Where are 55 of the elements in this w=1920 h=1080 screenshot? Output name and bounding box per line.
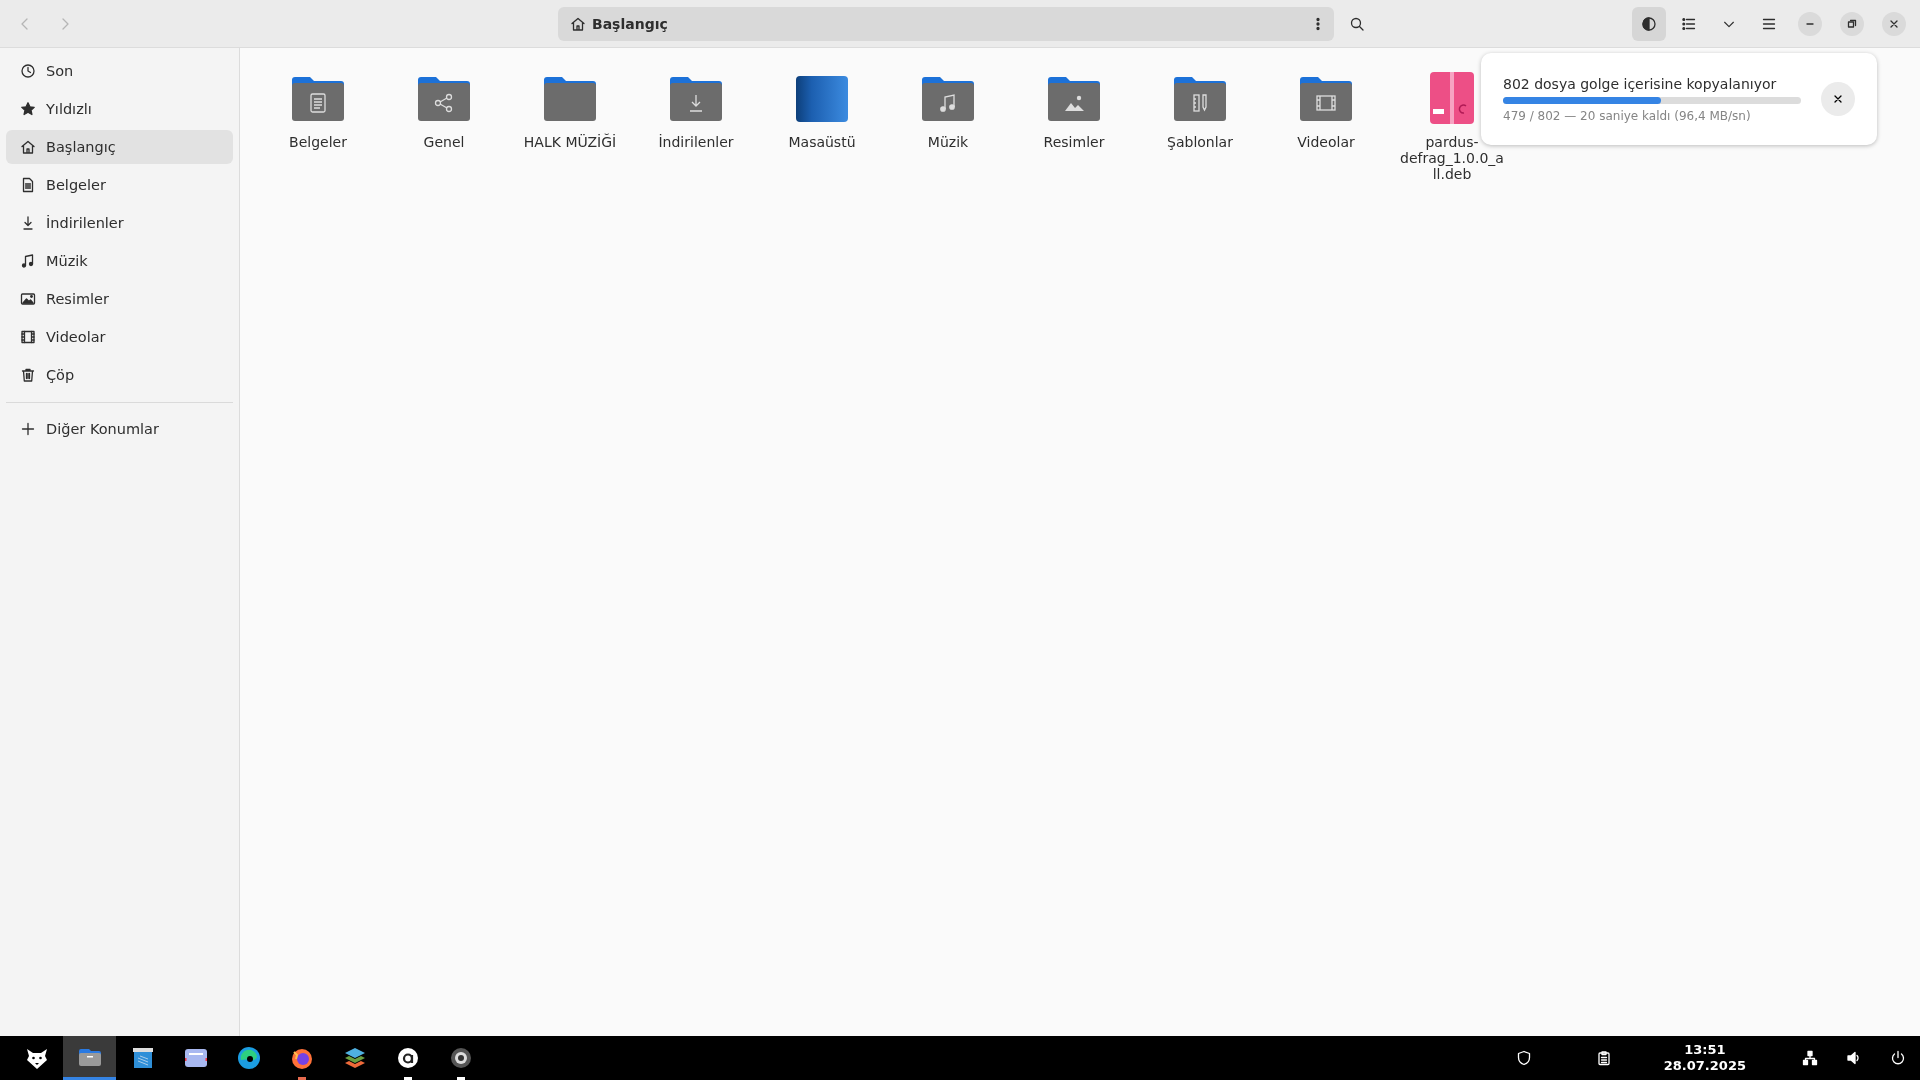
film-icon [20,329,36,345]
sidebar-item[interactable]: Son [6,54,233,88]
sidebar-item[interactable]: Resimler [6,282,233,316]
sidebar-item[interactable]: Diğer Konumlar [6,412,233,446]
shield-icon [1515,1050,1532,1066]
clipboard-icon [1595,1050,1612,1066]
file-name[interactable]: Genel [391,134,497,150]
progress-status: 479 / 802 — 20 saniye kaldı (96,4 MB/sn) [1503,108,1752,123]
clock-icon [20,63,36,79]
clock-date: 28.07.2025 [1663,1058,1746,1074]
sidebar-item[interactable]: Yıldızlı [6,92,233,126]
half-circle-icon [1641,15,1657,32]
maximize-button[interactable] [1840,11,1864,36]
star-icon [20,101,36,117]
plus-icon [20,421,36,437]
file-name[interactable]: Belgeler [265,134,371,150]
file-name[interactable]: Videolar [1273,134,1379,150]
operation-title: 802 dosya golge içerisine kopyalanıyor [1503,75,1778,92]
running-indicator [403,1077,412,1080]
cancel-button[interactable] [1821,82,1855,116]
file-name[interactable]: pardus-defrag_1.0.0_all.deb [1399,134,1505,182]
running-indicator [297,1077,306,1080]
sidebar-item[interactable]: Başlangıç [6,130,233,164]
file-name[interactable]: Müzik [895,134,1001,150]
home-icon [20,139,36,155]
running-indicator [456,1077,465,1080]
sidebar-item[interactable]: İndirilenler [6,206,233,240]
power-icon [1890,1050,1906,1066]
search-icon [1349,15,1365,32]
close-icon [1889,18,1899,29]
network-icon [1802,1050,1818,1066]
home-icon [570,15,586,32]
path-bar[interactable]: Başlangıç [558,6,1334,41]
close-button[interactable] [1882,11,1906,36]
theme-toggle-button[interactable] [1632,6,1666,41]
file-name[interactable]: Masaüstü [769,134,875,150]
sidebar-item[interactable]: Çöp [6,358,233,392]
music-note-icon [20,253,36,269]
list-icon [1681,15,1697,32]
picture-icon [20,291,36,307]
clock-time: 13:51 [1683,1042,1727,1058]
minimize-icon [1806,22,1814,25]
path-label: Başlangıç [592,15,669,32]
trash-icon [20,367,36,383]
sidebar-item[interactable]: Belgeler [6,168,233,202]
close-icon [1832,93,1844,105]
sidebar-item[interactable]: Videolar [6,320,233,354]
sidebar-item[interactable]: Müzik [6,244,233,278]
restore-icon [1847,18,1857,29]
file-name[interactable]: Resimler [1021,134,1127,150]
document-icon [20,177,36,193]
file-name[interactable]: HALK MÜZİĞİ [517,134,623,150]
file-name[interactable]: Şablonlar [1147,134,1253,150]
file-name[interactable]: İndirilenler [643,134,749,150]
speaker-volume-icon [1846,1050,1862,1066]
